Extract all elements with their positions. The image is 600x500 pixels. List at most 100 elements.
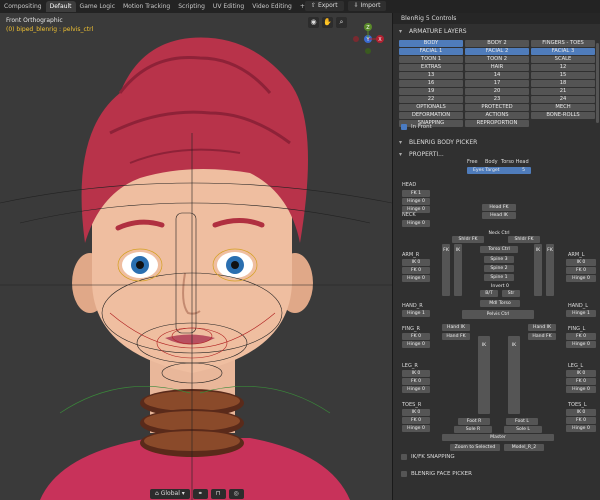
fing-l-fk-toggle[interactable]: FK 0 — [566, 333, 596, 340]
neck-hinge-toggle[interactable]: Hinge 0 — [402, 220, 430, 227]
tab-motion-tracking[interactable]: Motion Tracking — [119, 1, 174, 12]
fing-r-fk-toggle[interactable]: FK 0 — [402, 333, 430, 340]
layer-button[interactable]: TOON 2 — [465, 56, 529, 63]
layer-button[interactable]: SCALE — [531, 56, 595, 63]
leg-r-fk-toggle[interactable]: FK 0 — [402, 378, 430, 385]
layer-button[interactable]: 20 — [465, 88, 529, 95]
hand-r-hinge-toggle[interactable]: Hinge 1 — [402, 310, 430, 317]
tab-uv-editing[interactable]: UV Editing — [209, 1, 248, 12]
layer-button[interactable]: BODY — [399, 40, 463, 47]
layer-button[interactable]: BODY 2 — [465, 40, 529, 47]
fing-r-hinge-toggle[interactable]: Hinge 0 — [402, 341, 430, 348]
body-picker-section[interactable]: BLENRIG BODY PICKER — [397, 138, 597, 148]
toes-l-ik-toggle[interactable]: IK 0 — [566, 409, 596, 416]
str-toggle[interactable]: Str — [502, 290, 520, 297]
head-ik-bone[interactable]: Head IK — [482, 212, 516, 219]
leg-r-hinge-toggle[interactable]: Hinge 0 — [402, 386, 430, 393]
head-hinge-toggle[interactable]: Hinge 0 — [402, 198, 430, 205]
arm-l-ik-bone[interactable]: IK — [534, 244, 542, 296]
zoom-icon[interactable]: ⌕ — [336, 17, 347, 28]
sole-r-bone[interactable]: Sole R — [454, 426, 492, 433]
shoulder-fk-left[interactable]: Shldr FK — [508, 236, 540, 243]
foot-l-bone[interactable]: Foot L — [506, 418, 538, 425]
arm-r-ik-bone[interactable]: IK — [454, 244, 462, 296]
layer-button[interactable]: 18 — [531, 80, 595, 87]
leg-r-ik-toggle[interactable]: IK 0 — [402, 370, 430, 377]
pelvis-ctrl-bone[interactable]: Pelvis Ctrl — [462, 310, 534, 319]
master-bone[interactable]: Master — [442, 434, 554, 441]
armature-layers-section[interactable]: ARMATURE LAYERS — [397, 27, 597, 37]
navigation-gizmo[interactable]: X Z Y — [348, 19, 388, 59]
layer-button[interactable]: DEFORMATION — [399, 112, 463, 119]
layer-button[interactable]: BONE-ROLLS — [531, 112, 595, 119]
toes-r-ik-toggle[interactable]: IK 0 — [402, 409, 430, 416]
arm-r-hinge-toggle[interactable]: Hinge 0 — [402, 275, 430, 282]
panel-scrollbar[interactable] — [596, 43, 599, 123]
toes-r-fk-toggle[interactable]: FK 0 — [402, 417, 430, 424]
snap-button[interactable]: ⚭ — [192, 489, 208, 499]
tab-compositing[interactable]: Compositing — [0, 1, 46, 12]
layer-button[interactable]: EXTRAS — [399, 64, 463, 71]
layer-button[interactable]: 17 — [465, 80, 529, 87]
grab-hand-icon[interactable]: ✋ — [322, 17, 333, 28]
layer-button[interactable]: FACIAL 3 — [531, 48, 595, 55]
layer-button[interactable]: 23 — [465, 96, 529, 103]
tab-default[interactable]: Default — [45, 1, 76, 12]
shoulder-fk-right[interactable]: Shldr FK — [452, 236, 484, 243]
invert-toggle[interactable]: Invert 0 — [488, 283, 512, 290]
head-fk-toggle[interactable]: FK 1 — [402, 190, 430, 197]
toes-l-fk-toggle[interactable]: FK 0 — [566, 417, 596, 424]
layer-button[interactable]: 22 — [399, 96, 463, 103]
layer-button[interactable]: MECH — [531, 104, 595, 111]
import-button[interactable]: ⇩ Import — [347, 1, 387, 11]
leg-r-ik-bone[interactable]: IK — [478, 336, 490, 414]
arm-l-fk-bone[interactable]: FK — [546, 244, 554, 296]
spine1-bone[interactable]: Spine 1 — [484, 274, 514, 281]
layer-button[interactable]: 16 — [399, 80, 463, 87]
layer-button[interactable]: OPTIONALS — [399, 104, 463, 111]
spine2-bone[interactable]: Spine 2 — [484, 265, 514, 272]
layer-button[interactable]: 21 — [531, 88, 595, 95]
layer-button[interactable]: 14 — [465, 72, 529, 79]
export-button[interactable]: ⇧ Export — [305, 1, 344, 11]
sole-l-bone[interactable]: Sole L — [504, 426, 542, 433]
foot-r-bone[interactable]: Foot R — [458, 418, 490, 425]
layer-button[interactable]: 15 — [531, 72, 595, 79]
arm-l-fk-toggle[interactable]: FK 0 — [566, 267, 596, 274]
camera-icon[interactable]: ◉ — [308, 17, 319, 28]
tab-video-editing[interactable]: Video Editing — [248, 1, 296, 12]
model-name-field[interactable]: Model_R_2 — [504, 444, 544, 451]
tab-game-logic[interactable]: Game Logic — [76, 1, 119, 12]
layer-button[interactable]: 12 — [531, 64, 595, 71]
head-fk-bone[interactable]: Head FK — [482, 204, 516, 211]
toes-r-hinge-toggle[interactable]: Hinge 0 — [402, 425, 430, 432]
transform-orientation-dropdown[interactable]: ⌂ Global ▾ — [150, 489, 190, 499]
bt-toggle[interactable]: B/T — [480, 290, 498, 297]
layer-button[interactable]: 13 — [399, 72, 463, 79]
arm-r-ik-toggle[interactable]: IK 0 — [402, 259, 430, 266]
fing-l-hinge-toggle[interactable]: Hinge 0 — [566, 341, 596, 348]
arm-r-fk-toggle[interactable]: FK 0 — [402, 267, 430, 274]
arm-l-ik-toggle[interactable]: IK 0 — [566, 259, 596, 266]
hand-r-ik-bone[interactable]: Hand IK — [442, 324, 470, 331]
proportional-edit-button[interactable]: ◎ — [228, 489, 244, 499]
3d-viewport[interactable]: Front Orthographic (0) biped_blenrig : p… — [0, 13, 392, 500]
hand-r-fk-bone[interactable]: Hand FK — [442, 333, 470, 340]
zoom-to-selected-button[interactable]: Zoom to Selected — [450, 444, 500, 451]
layer-button[interactable]: FACIAL 2 — [465, 48, 529, 55]
mdl-torso-bone[interactable]: Mdl Torso — [480, 300, 520, 307]
layer-button[interactable]: PROTECTED — [465, 104, 529, 111]
tab-scripting[interactable]: Scripting — [174, 1, 209, 12]
hand-l-hinge-toggle[interactable]: Hinge 1 — [566, 310, 596, 317]
layer-button[interactable]: TOON 1 — [399, 56, 463, 63]
leg-l-fk-toggle[interactable]: FK 0 — [566, 378, 596, 385]
leg-l-ik-bone[interactable]: IK — [508, 336, 520, 414]
layer-button[interactable]: FINGERS - TOES — [531, 40, 595, 47]
arm-l-hinge-toggle[interactable]: Hinge 0 — [566, 275, 596, 282]
leg-l-hinge-toggle[interactable]: Hinge 0 — [566, 386, 596, 393]
layer-button[interactable]: ACTIONS — [465, 112, 529, 119]
layer-button[interactable]: 24 — [531, 96, 595, 103]
layer-button[interactable]: HAIR — [465, 64, 529, 71]
hand-l-ik-bone[interactable]: Hand IK — [528, 324, 556, 331]
layer-button[interactable]: FACIAL 1 — [399, 48, 463, 55]
